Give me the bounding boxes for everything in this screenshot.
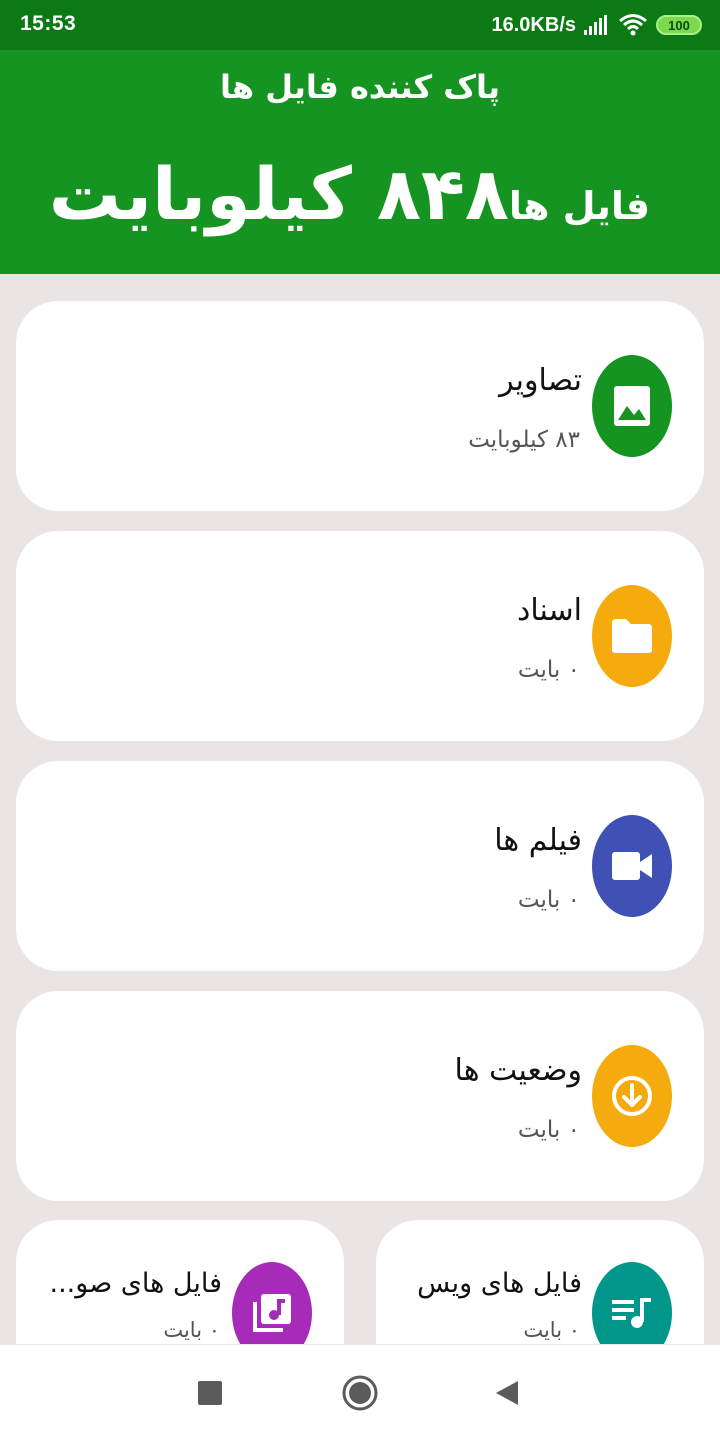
image-icon [614,386,650,426]
category-title: اسناد [516,593,582,628]
category-title: تصاویر [499,363,582,398]
back-icon [496,1381,518,1405]
category-size: ۰ بایت [517,887,580,913]
recents-icon [198,1381,222,1405]
recents-button[interactable] [190,1373,230,1413]
video-camera-icon [612,852,652,880]
category-title: فیلم ها [494,823,582,858]
back-button[interactable] [487,1373,527,1413]
network-speed: 16.0KB/s [491,13,577,36]
category-icon-statuses [592,1045,672,1147]
home-icon [342,1375,378,1411]
audio-library-icon [253,1294,291,1332]
category-size: ۸۳ کیلوبایت [468,427,580,453]
page-title: پاک کننده فایل ها [219,68,501,106]
signal-icon [584,15,607,35]
wifi-icon [619,14,647,36]
category-title: وضعیت ها [454,1053,582,1088]
category-icon-images [592,355,672,457]
category-card-images[interactable]: تصاویر ۸۳ کیلوبایت [16,301,704,511]
folder-icon [612,619,652,653]
status-time: 15:53 [20,12,77,35]
category-size: ۰ بایت [517,1117,580,1143]
category-title: فایل های صو... [52,1268,222,1299]
battery-icon: 100 [656,15,702,35]
total-size-value: ۸۴۸ کیلوبایت [48,152,509,236]
voice-playlist-icon [612,1298,651,1328]
category-card-statuses[interactable]: وضعیت ها ۰ بایت [16,991,704,1201]
header: پاک کننده فایل ها فایل ها ۸۴۸ کیلوبایت [0,50,720,274]
download-icon [612,1076,652,1116]
total-size-label: فایل ها [508,184,650,228]
status-indicators: 16.0KB/s 100 [491,10,702,40]
category-size: ۰ بایت [517,657,580,683]
category-size: ۰ بایت [163,1318,220,1342]
category-card-videos[interactable]: فیلم ها ۰ بایت [16,761,704,971]
category-title: فایل های ویس [417,1268,582,1299]
category-icon-videos [592,815,672,917]
home-button[interactable] [340,1373,380,1413]
status-bar: 15:53 16.0KB/s 100 [0,0,720,50]
battery-level: 100 [668,17,690,33]
category-size: ۰ بایت [523,1318,580,1342]
category-card-documents[interactable]: اسناد ۰ بایت [16,531,704,741]
category-icon-documents [592,585,672,687]
total-size: فایل ها ۸۴۸ کیلوبایت [49,152,650,236]
navigation-bar [0,1344,720,1441]
